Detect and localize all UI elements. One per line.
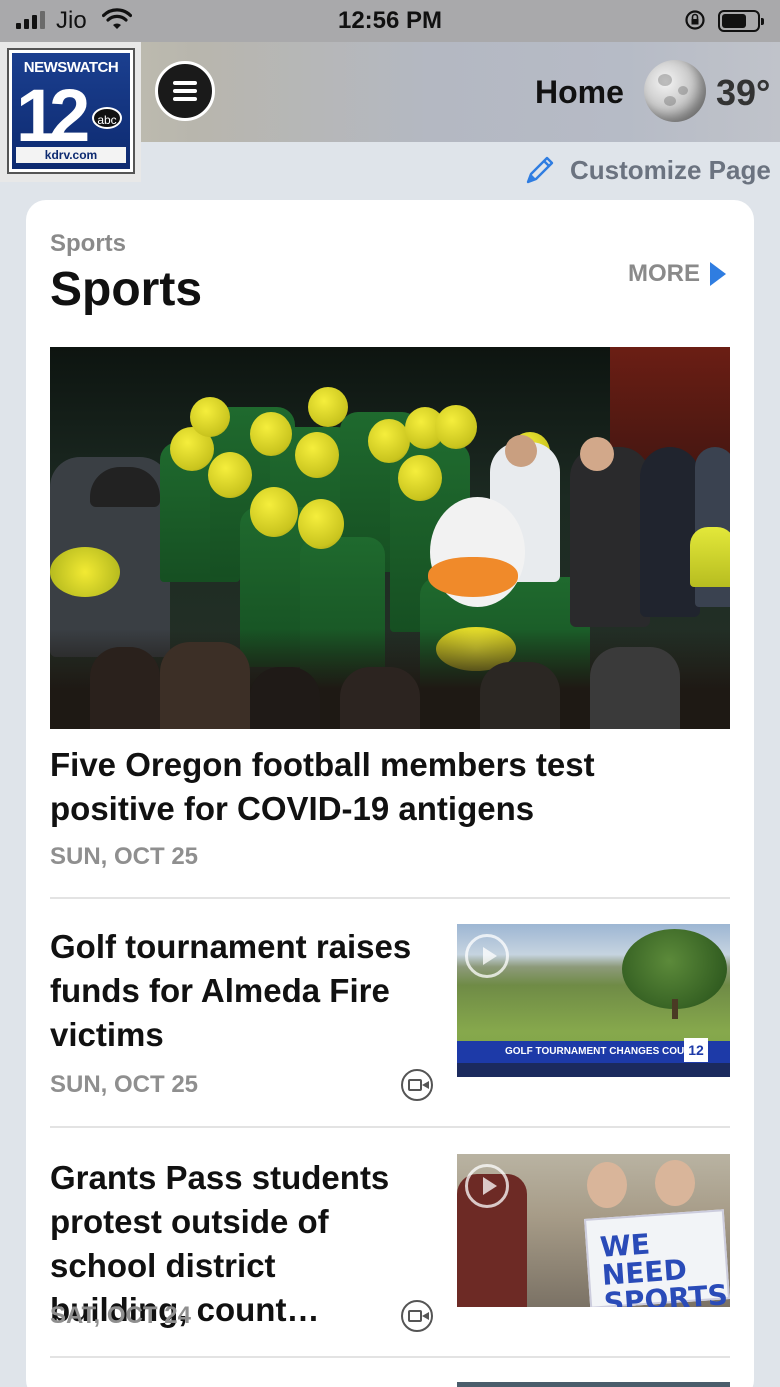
story-thumbnail[interactable]: GOLF TOURNAMENT CHANGES COURSE 12	[457, 924, 730, 1077]
temperature-readout[interactable]: 39°	[716, 72, 770, 114]
pencil-icon	[522, 152, 558, 188]
lead-story-date: SUN, OCT 25	[50, 843, 199, 870]
more-button[interactable]: MORE	[628, 260, 726, 288]
page-title: Home	[535, 74, 624, 110]
play-icon	[465, 1164, 509, 1208]
section-title: Sports	[50, 263, 203, 316]
hamburger-menu-button[interactable]	[155, 61, 215, 121]
more-label: MORE	[628, 260, 700, 287]
video-camera-icon	[401, 1300, 433, 1332]
story-date: SAT, OCT 24	[50, 1302, 191, 1329]
app-header: NEWSWATCH 12 abc kdrv.com Home 39°	[0, 42, 780, 182]
sports-section-card: Sports Sports MORE Five Oregon football …	[26, 200, 754, 1387]
menu-icon-bar	[173, 89, 197, 93]
customize-page-label: Customize Page	[570, 154, 771, 185]
battery-icon	[718, 10, 764, 32]
divider	[50, 1356, 730, 1358]
section-kicker: Sports	[50, 230, 127, 257]
moon-icon[interactable]	[644, 60, 706, 122]
divider	[50, 897, 730, 899]
clock: 12:56 PM	[337, 7, 443, 34]
lead-story-headline[interactable]: Five Oregon football members test positi…	[50, 743, 710, 831]
story-thumbnail[interactable]	[457, 1382, 730, 1387]
menu-icon-bar	[173, 81, 197, 85]
story-thumbnail[interactable]: WE NEED SPORTS	[457, 1154, 730, 1307]
customize-page-button[interactable]: Customize Page	[522, 152, 771, 188]
protest-sign-text: WE NEED SPORTS	[598, 1227, 729, 1307]
station-logo: NEWSWATCH 12 abc kdrv.com	[7, 48, 135, 174]
status-bar: Jio 12:56 PM	[0, 0, 780, 42]
rotation-lock-icon	[684, 9, 706, 38]
divider	[50, 1126, 730, 1128]
menu-icon-bar	[173, 97, 197, 101]
lead-story-image[interactable]	[50, 347, 730, 729]
chevron-right-icon	[710, 262, 726, 286]
play-icon	[465, 934, 509, 978]
story-headline[interactable]: Golf tournament raises funds for Almeda …	[50, 925, 420, 1057]
story-date: SUN, OCT 25	[50, 1071, 199, 1098]
video-camera-icon	[401, 1069, 433, 1101]
station-logo-link[interactable]: NEWSWATCH 12 abc kdrv.com	[0, 42, 141, 182]
